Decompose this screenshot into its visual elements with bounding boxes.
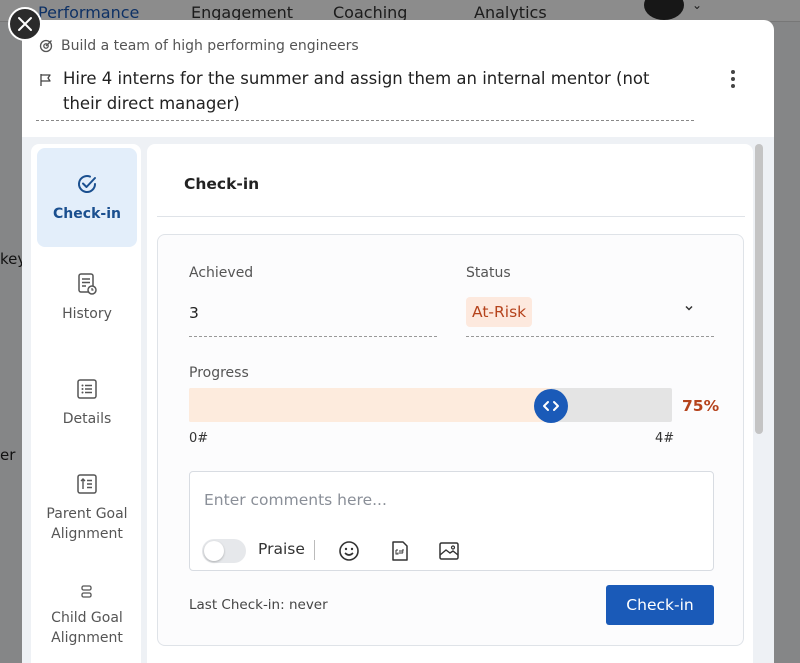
progress-min-label: 0# — [189, 431, 209, 446]
child-alignment-icon — [81, 585, 92, 598]
status-badge: At-Risk — [466, 297, 533, 327]
achieved-label: Achieved — [189, 265, 254, 281]
code-arrows-icon — [543, 401, 560, 411]
emoji-button[interactable] — [337, 539, 361, 563]
check-in-panel: Check-in Achieved 3 Status At-Risk Progr… — [147, 144, 753, 663]
sidebar-item-parent-goal-alignment[interactable]: Parent Goal Alignment — [37, 472, 137, 544]
praise-toggle[interactable] — [202, 539, 246, 563]
image-button[interactable] — [437, 539, 461, 563]
toggle-knob — [204, 541, 224, 561]
scrollbar-thumb[interactable] — [755, 144, 763, 434]
modal-body: Check-in History Details Parent Goal Ali… — [22, 137, 774, 663]
status-underline — [466, 336, 714, 337]
progress-slider-handle[interactable] — [534, 389, 569, 423]
close-icon — [18, 17, 32, 31]
gif-icon — [392, 541, 408, 561]
sidebar-item-label: History — [62, 306, 112, 322]
emoji-icon — [339, 541, 359, 561]
achieved-underline — [189, 336, 437, 337]
check-circle-icon — [78, 175, 96, 193]
image-icon — [439, 542, 459, 560]
progress-max-label: 4# — [655, 431, 675, 446]
check-in-button[interactable]: Check-in — [606, 585, 714, 625]
flag-icon — [40, 74, 51, 86]
sidebar-item-history[interactable]: History — [37, 272, 137, 324]
parent-goal-text: Build a team of high performing engineer… — [61, 38, 359, 54]
achieved-value[interactable]: 3 — [189, 304, 199, 322]
progress-fill — [189, 388, 552, 422]
check-in-card: Achieved 3 Status At-Risk Progress 75% 0… — [157, 234, 744, 646]
progress-percent: 75% — [682, 397, 720, 415]
toolbar-divider — [314, 540, 315, 560]
kebab-dot-icon — [731, 70, 735, 74]
progress-label: Progress — [189, 365, 249, 381]
parent-alignment-icon — [77, 474, 97, 494]
progress-track[interactable] — [189, 388, 672, 422]
sidebar-item-label: Child Goal Alignment — [51, 610, 123, 646]
sidebar-item-label: Details — [62, 411, 112, 427]
status-label: Status — [466, 265, 511, 281]
comment-box: Praise — [189, 471, 714, 571]
gif-button[interactable] — [388, 539, 412, 563]
chevron-down-icon — [685, 305, 693, 311]
sidebar-item-child-goal-alignment[interactable]: Child Goal Alignment — [37, 584, 137, 648]
goal-title[interactable]: Hire 4 interns for the summer and assign… — [63, 66, 683, 116]
modal-header: Build a team of high performing engineer… — [22, 20, 774, 137]
comment-input[interactable] — [204, 486, 694, 514]
history-icon — [78, 273, 97, 295]
sidebar-item-details[interactable]: Details — [37, 377, 137, 429]
panel-title: Check-in — [184, 175, 260, 193]
sidebar: Check-in History Details Parent Goal Ali… — [31, 144, 141, 663]
last-check-in-text: Last Check-in: never — [189, 597, 328, 613]
goal-modal: Build a team of high performing engineer… — [22, 20, 774, 663]
goal-title-row: Hire 4 interns for the summer and assign… — [39, 66, 699, 116]
parent-goal-row: Build a team of high performing engineer… — [39, 38, 359, 54]
more-options-button[interactable] — [726, 68, 740, 90]
panel-divider — [157, 216, 745, 217]
sidebar-item-label: Parent Goal Alignment — [46, 506, 128, 542]
sidebar-item-check-in[interactable]: Check-in — [37, 148, 137, 247]
kebab-dot-icon — [731, 77, 735, 81]
kebab-dot-icon — [731, 84, 735, 88]
target-icon — [39, 39, 53, 53]
list-icon — [77, 379, 97, 399]
sidebar-item-label: Check-in — [53, 206, 121, 222]
praise-label: Praise — [258, 540, 305, 558]
close-button[interactable] — [8, 7, 42, 41]
goal-title-underline — [36, 120, 694, 121]
